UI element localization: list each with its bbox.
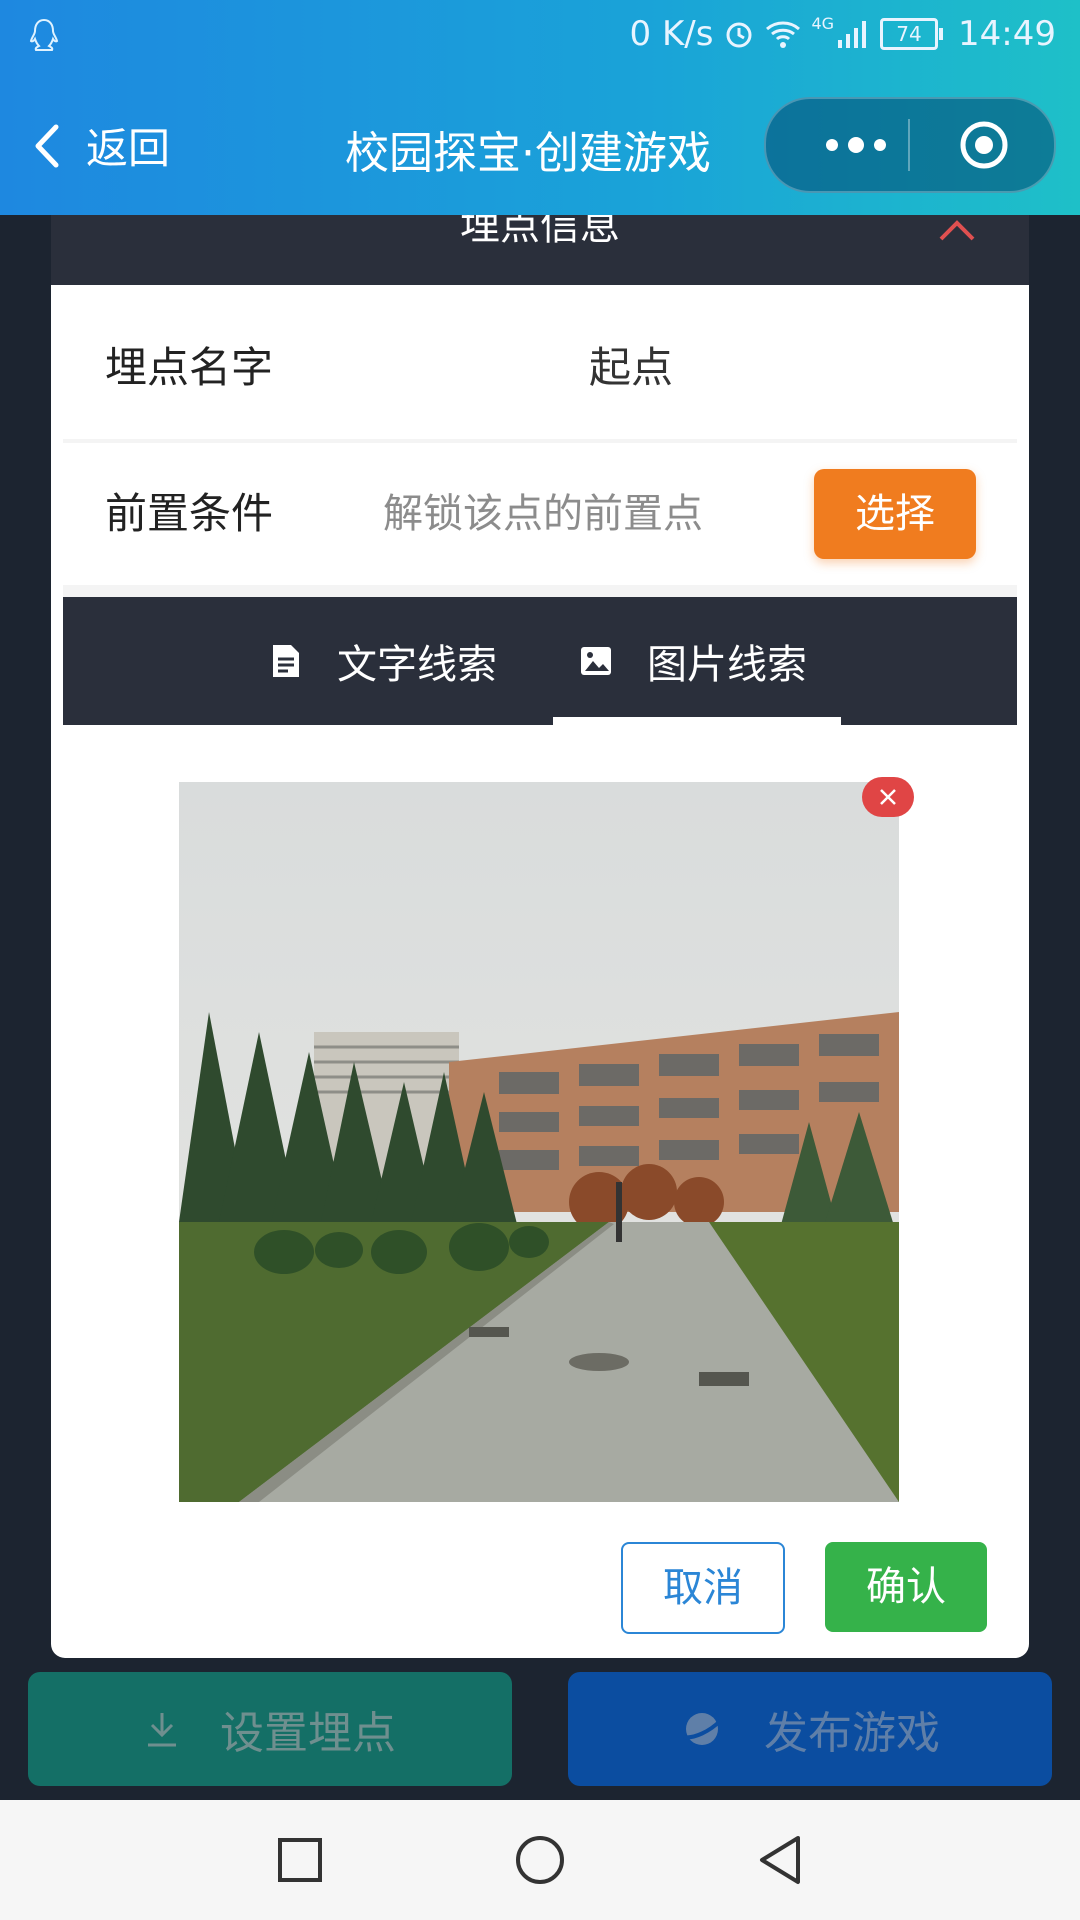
publish-game-button[interactable]: 发布游戏 bbox=[568, 1672, 1052, 1786]
publish-label: 发布游戏 bbox=[764, 1708, 940, 1759]
clue-tabs: 文字线索 图片线索 bbox=[63, 597, 1017, 725]
alarm-icon bbox=[726, 22, 752, 48]
more-dot-icon bbox=[848, 137, 864, 153]
tab-image-clue-label: 图片线索 bbox=[647, 642, 807, 688]
confirm-button[interactable]: 确认 bbox=[825, 1542, 987, 1632]
title-bar: 返回 校园探宝·创建游戏 bbox=[0, 95, 1080, 195]
clue-photo[interactable] bbox=[179, 782, 899, 1502]
system-nav-bar bbox=[0, 1800, 1080, 1920]
more-button[interactable] bbox=[806, 99, 906, 191]
close-miniprogram-icon[interactable] bbox=[958, 119, 1010, 171]
miniprogram-capsule bbox=[764, 97, 1056, 193]
planet-icon bbox=[683, 1713, 722, 1745]
status-bar: 0 K/s 4G 74 14:49 bbox=[0, 0, 1080, 75]
set-point-label: 设置埋点 bbox=[220, 1708, 396, 1759]
point-name-input[interactable]: 起点 bbox=[589, 297, 673, 439]
bottom-actions: 设置埋点 发布游戏 bbox=[0, 1672, 1080, 1790]
point-name-label: 埋点名字 bbox=[105, 343, 274, 392]
precondition-input[interactable]: 解锁该点的前置点 bbox=[383, 443, 703, 585]
point-name-row: 埋点名字 起点 bbox=[63, 297, 1017, 439]
close-icon bbox=[880, 789, 896, 805]
recent-apps-icon[interactable] bbox=[272, 1832, 328, 1888]
home-icon[interactable] bbox=[512, 1832, 568, 1888]
campus-photo-image bbox=[179, 782, 899, 1502]
precondition-label: 前置条件 bbox=[105, 489, 274, 538]
collapse-icon[interactable] bbox=[937, 215, 977, 245]
network-speed: 0 K/s bbox=[629, 14, 714, 54]
qq-icon bbox=[29, 18, 59, 51]
more-dot-icon bbox=[826, 139, 838, 151]
delete-photo-button[interactable] bbox=[862, 777, 914, 817]
back-nav-icon[interactable] bbox=[752, 1832, 808, 1888]
select-button[interactable]: 选择 bbox=[814, 469, 976, 559]
battery-icon: 74 bbox=[880, 18, 944, 50]
dialog-header: 埋点信息 bbox=[51, 203, 1029, 285]
precondition-row: 前置条件 解锁该点的前置点 选择 bbox=[63, 443, 1017, 585]
set-point-button[interactable]: 设置埋点 bbox=[28, 1672, 512, 1786]
download-icon bbox=[148, 1713, 176, 1747]
signal-icon bbox=[838, 21, 867, 48]
dialog-footer: 取消 确认 bbox=[51, 1515, 1029, 1658]
point-info-dialog: 埋点信息 埋点名字 起点 前置条件 解锁该点的前置点 选择 文字线索 图片线索 bbox=[51, 203, 1029, 1658]
clock: 14:49 bbox=[958, 14, 1056, 54]
chevron-left-icon bbox=[35, 124, 59, 167]
network-type: 4G bbox=[811, 14, 835, 33]
cancel-button[interactable]: 取消 bbox=[621, 1542, 785, 1634]
more-dot-icon bbox=[874, 139, 886, 151]
page-title: 校园探宝·创建游戏 bbox=[345, 128, 711, 179]
dialog-body: 埋点名字 起点 前置条件 解锁该点的前置点 选择 文字线索 图片线索 bbox=[63, 297, 1017, 1507]
document-icon bbox=[273, 645, 299, 677]
capsule-divider bbox=[908, 119, 910, 171]
wifi-icon bbox=[766, 21, 801, 48]
image-icon bbox=[581, 647, 611, 675]
tab-text-clue[interactable]: 文字线索 bbox=[269, 597, 497, 725]
active-tab-indicator bbox=[553, 717, 841, 725]
tab-text-clue-label: 文字线索 bbox=[337, 642, 497, 688]
image-clue-panel bbox=[63, 725, 1017, 1507]
back-button[interactable]: 返回 bbox=[30, 115, 170, 176]
app-header: 0 K/s 4G 74 14:49 返回 校园探宝·创建游戏 bbox=[0, 0, 1080, 215]
tab-image-clue[interactable]: 图片线索 bbox=[579, 597, 807, 725]
back-label: 返回 bbox=[86, 124, 171, 173]
